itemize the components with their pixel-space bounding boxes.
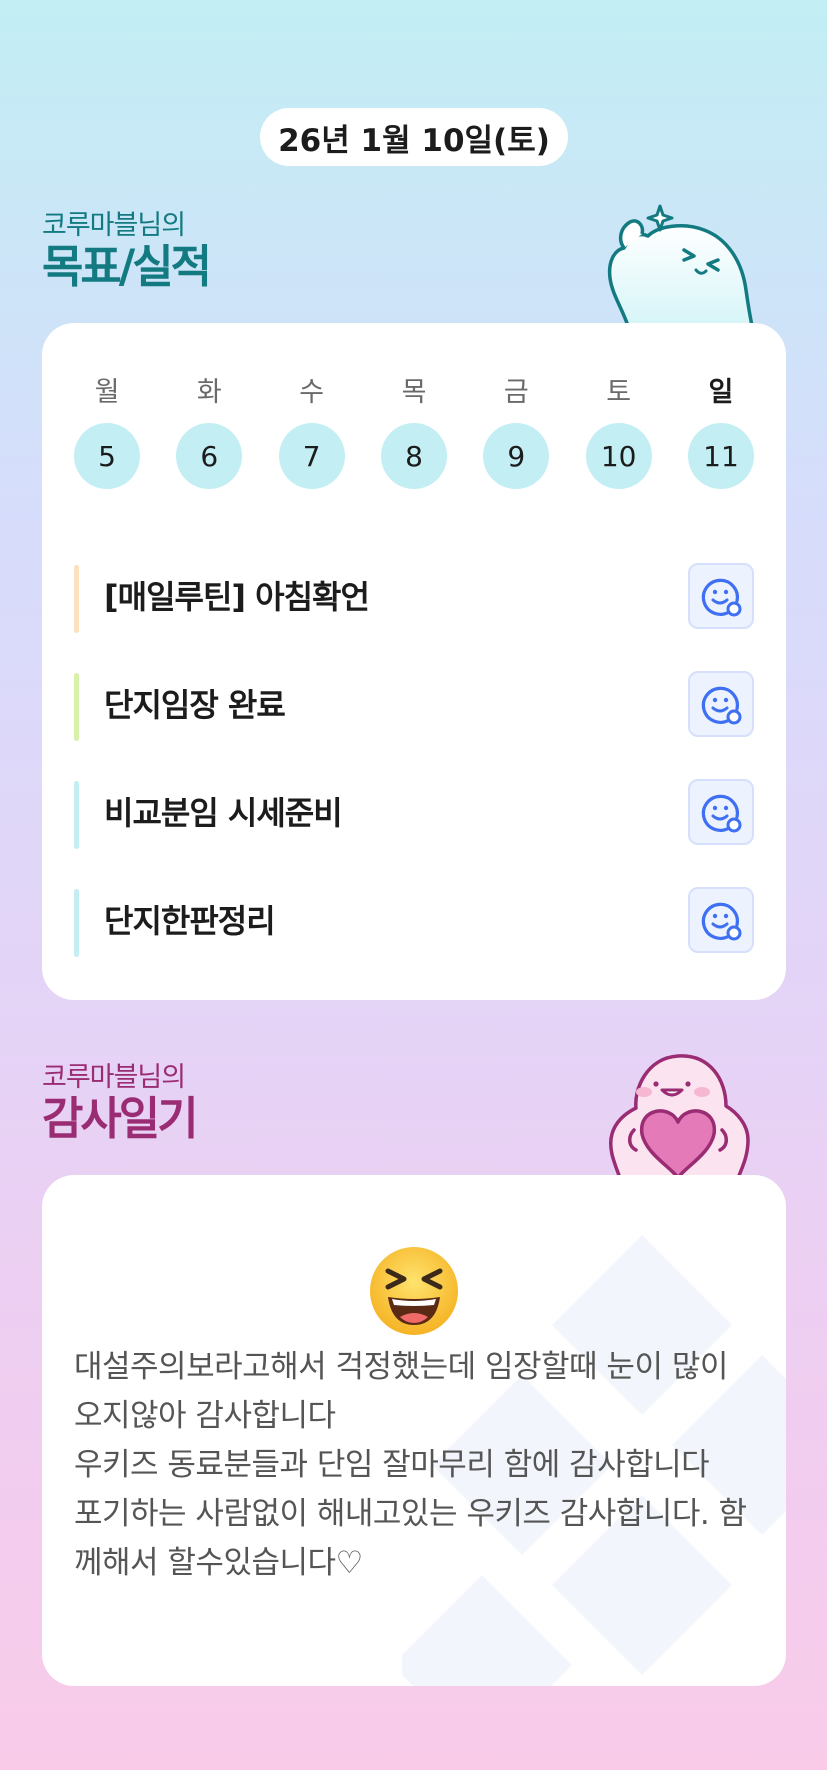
week-day-mon[interactable]: 월 5 bbox=[74, 375, 140, 489]
week-day-label: 월 bbox=[94, 377, 120, 408]
heart-mascot-icon bbox=[608, 1054, 750, 1178]
goal-text: 단지임장 완료 bbox=[104, 686, 286, 724]
goal-text: [매일루틴] 아침확언 bbox=[104, 578, 370, 616]
week-day-label: 화 bbox=[196, 377, 222, 408]
goal-text: 비교분임 시세준비 bbox=[104, 794, 343, 832]
week-day-date[interactable]: 5 bbox=[74, 423, 140, 489]
thanks-section-title: 감사일기 bbox=[42, 1092, 199, 1145]
goal-check-button[interactable] bbox=[688, 563, 754, 629]
thanks-line: 우키즈 동료분들과 단임 잘마무리 함에 감사합니다 bbox=[74, 1447, 710, 1483]
thanks-section-header: 코루마블님의 감사일기 bbox=[42, 1062, 199, 1145]
goal-color-bar bbox=[74, 673, 79, 741]
goals-section-header: 코루마블님의 목표/실적 bbox=[42, 210, 212, 293]
week-day-date[interactable]: 10 bbox=[585, 423, 652, 489]
goal-check-button[interactable] bbox=[688, 671, 754, 737]
thanks-section-subtitle: 코루마블님의 bbox=[42, 1062, 186, 1093]
week-day-label: 일 bbox=[708, 377, 734, 408]
goals-section-subtitle: 코루마블님의 bbox=[42, 210, 186, 241]
goal-item: [매일루틴] 아침확언 bbox=[74, 541, 754, 649]
week-day-date[interactable]: 7 bbox=[278, 423, 345, 489]
thanks-diary-text: 대설주의보라고해서 걱정했는데 임장할때 눈이 많이오지않아 감사합니다 우키즈… bbox=[74, 1343, 754, 1588]
goal-item: 단지한판정리 bbox=[74, 865, 754, 973]
goals-card: 월 5 화 6 수 7 목 8 금 9 토 10 일 11 [매일루틴] 아침확… bbox=[42, 323, 786, 1000]
week-day-fri[interactable]: 금 9 bbox=[483, 375, 550, 489]
week-day-date[interactable]: 8 bbox=[380, 423, 447, 489]
week-day-sat[interactable]: 토 10 bbox=[585, 375, 652, 489]
week-day-thu[interactable]: 목 8 bbox=[380, 375, 447, 489]
goal-color-bar bbox=[74, 781, 79, 849]
goal-color-bar bbox=[74, 889, 79, 957]
goal-item: 단지임장 완료 bbox=[74, 649, 754, 757]
date-pill: 26년 1월 10일(토) bbox=[260, 108, 568, 166]
goal-item: 비교분임 시세준비 bbox=[74, 757, 754, 865]
goal-list: [매일루틴] 아침확언 단지임장 완료 비교분임 시세준비 단지한판정리 bbox=[74, 541, 754, 973]
week-day-date[interactable]: 6 bbox=[176, 423, 243, 489]
goal-text: 단지한판정리 bbox=[104, 902, 276, 940]
goal-check-button[interactable] bbox=[688, 779, 754, 845]
smile-badge-icon bbox=[701, 794, 742, 833]
smile-badge-icon bbox=[701, 578, 742, 617]
thanks-card: 대설주의보라고해서 걱정했는데 임장할때 눈이 많이오지않아 감사합니다 우키즈… bbox=[42, 1175, 786, 1686]
week-day-label: 목 bbox=[401, 377, 427, 408]
week-day-tue[interactable]: 화 6 bbox=[176, 375, 243, 489]
week-day-sun[interactable]: 일 11 bbox=[687, 375, 754, 489]
week-day-wed[interactable]: 수 7 bbox=[278, 375, 345, 489]
week-day-date[interactable]: 9 bbox=[483, 423, 550, 489]
week-strip: 월 5 화 6 수 7 목 8 금 9 토 10 일 11 bbox=[74, 375, 754, 489]
ghost-mascot-icon bbox=[607, 204, 754, 326]
goals-section-title: 목표/실적 bbox=[42, 240, 212, 293]
week-day-label: 수 bbox=[299, 377, 325, 408]
thanks-line: 대설주의보라고해서 걱정했는데 임장할때 눈이 많이오지않아 감사합니다 bbox=[74, 1349, 728, 1434]
goal-color-bar bbox=[74, 565, 79, 633]
smile-badge-icon bbox=[701, 902, 742, 941]
date-label: 26년 1월 10일(토) bbox=[278, 122, 550, 159]
thanks-line: 포기하는 사람없이 해내고있는 우키즈 감사합니다. 함께해서 할수있습니다♡ bbox=[74, 1496, 747, 1581]
week-day-label: 토 bbox=[606, 377, 632, 408]
goal-check-button[interactable] bbox=[688, 887, 754, 953]
week-day-label: 금 bbox=[503, 377, 529, 408]
laughing-emoji-icon bbox=[370, 1247, 458, 1335]
smile-badge-icon bbox=[701, 686, 742, 725]
week-day-date[interactable]: 11 bbox=[687, 423, 754, 489]
